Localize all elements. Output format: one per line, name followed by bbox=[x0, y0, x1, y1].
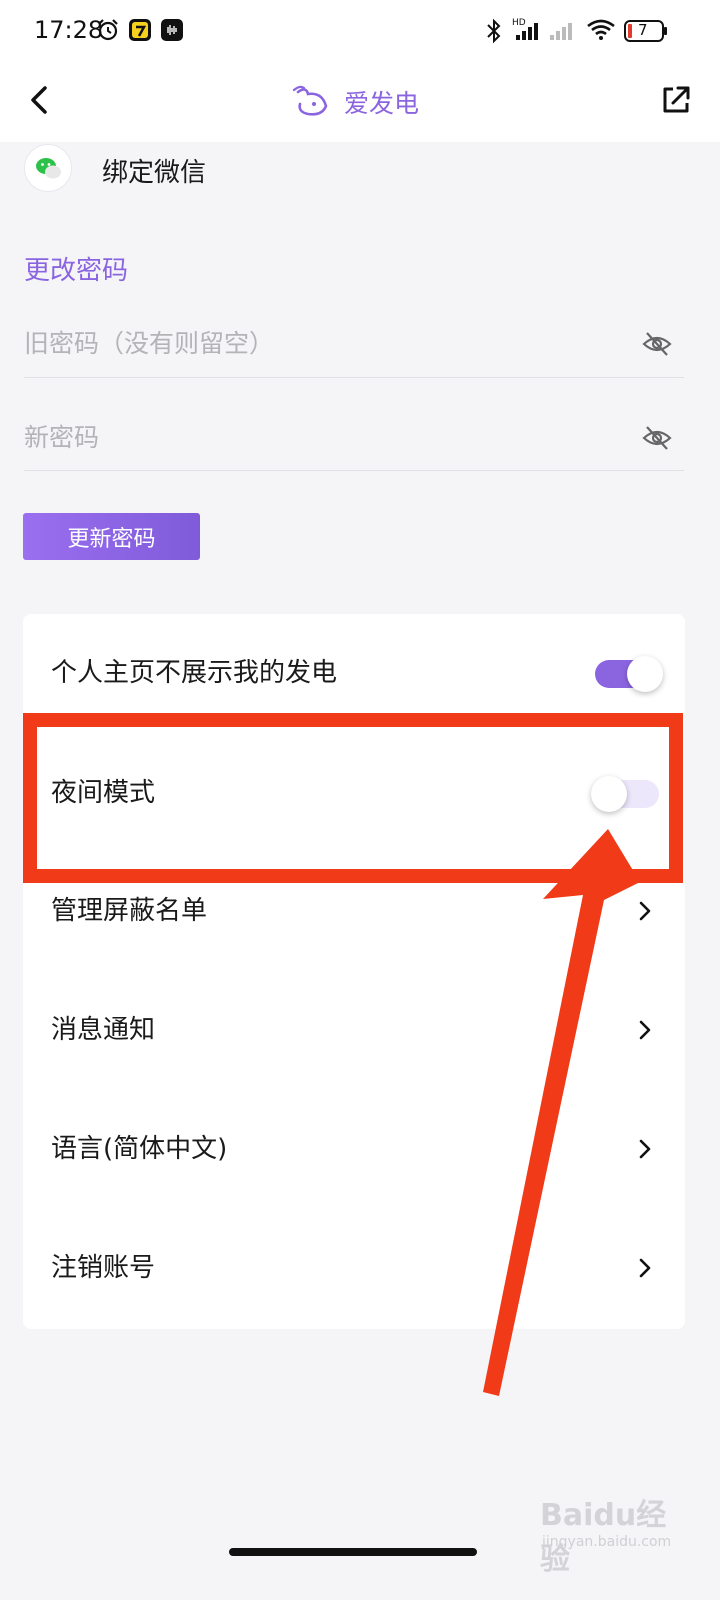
external-link-icon[interactable] bbox=[656, 80, 696, 120]
hide-sponsorship-toggle[interactable] bbox=[595, 656, 663, 692]
eye-off-icon[interactable] bbox=[640, 421, 674, 455]
status-bar: 17:28 HD 7 bbox=[0, 0, 720, 62]
chevron-right-icon bbox=[639, 1020, 651, 1040]
baidu-watermark: Baidu经验 jingyan.baidu.com bbox=[540, 1490, 680, 1577]
setting-row-notifications[interactable]: 消息通知 bbox=[23, 971, 685, 1089]
top-nav: 爱发电 bbox=[0, 62, 720, 142]
wifi-icon bbox=[587, 19, 615, 40]
wechat-logo-icon bbox=[36, 158, 61, 179]
status-time: 17:28 bbox=[34, 16, 104, 44]
setting-label: 注销账号 bbox=[51, 1253, 156, 1283]
wechat-bind-label[interactable]: 绑定微信 bbox=[102, 152, 206, 189]
setting-label: 消息通知 bbox=[51, 1015, 156, 1045]
signal-hd-icon: HD bbox=[512, 18, 538, 40]
setting-label: 个人主页不展示我的发电 bbox=[51, 658, 338, 688]
wechat-icon[interactable] bbox=[24, 144, 72, 192]
chevron-right-icon bbox=[639, 1258, 651, 1278]
app-badge-icon bbox=[129, 19, 151, 41]
watermark-url: jingyan.baidu.com bbox=[542, 1534, 672, 1550]
back-button[interactable] bbox=[18, 78, 62, 122]
new-password-divider bbox=[24, 470, 684, 471]
change-password-title: 更改密码 bbox=[24, 256, 129, 286]
svg-text:HD: HD bbox=[512, 18, 526, 28]
settings-card: 个人主页不展示我的发电 夜间模式 管理屏蔽名单 消息通知 语言(简体中文) 注销… bbox=[23, 614, 685, 1329]
voice-app-icon bbox=[161, 19, 183, 41]
setting-row-night-mode[interactable]: 夜间模式 bbox=[23, 734, 685, 852]
setting-label: 管理屏蔽名单 bbox=[51, 896, 208, 926]
setting-row-language[interactable]: 语言(简体中文) bbox=[23, 1090, 685, 1208]
signal-icon bbox=[550, 23, 572, 40]
bluetooth-icon bbox=[487, 18, 501, 44]
old-password-divider bbox=[24, 377, 684, 378]
setting-row-hide-sponsorship[interactable]: 个人主页不展示我的发电 bbox=[23, 614, 685, 732]
nav-brand: 爱发电 bbox=[292, 80, 419, 124]
battery-level: 7 bbox=[638, 21, 648, 39]
new-password-input[interactable] bbox=[24, 417, 684, 457]
afdian-logo-icon bbox=[292, 85, 328, 116]
eye-off-icon[interactable] bbox=[640, 327, 674, 361]
home-indicator[interactable] bbox=[229, 1548, 477, 1556]
setting-label: 夜间模式 bbox=[51, 778, 156, 808]
setting-label: 语言(简体中文) bbox=[51, 1134, 228, 1164]
alarm-icon bbox=[98, 19, 118, 41]
chevron-right-icon bbox=[639, 901, 651, 921]
night-mode-toggle[interactable] bbox=[591, 776, 659, 812]
toggle-knob bbox=[627, 656, 663, 692]
toggle-knob bbox=[591, 776, 627, 812]
setting-row-block-list[interactable]: 管理屏蔽名单 bbox=[23, 852, 685, 970]
page-title: 爱发电 bbox=[344, 89, 420, 118]
chevron-right-icon bbox=[639, 1139, 651, 1159]
setting-row-delete-account[interactable]: 注销账号 bbox=[23, 1209, 685, 1327]
old-password-input[interactable] bbox=[24, 323, 684, 363]
update-password-button[interactable]: 更新密码 bbox=[23, 513, 200, 560]
